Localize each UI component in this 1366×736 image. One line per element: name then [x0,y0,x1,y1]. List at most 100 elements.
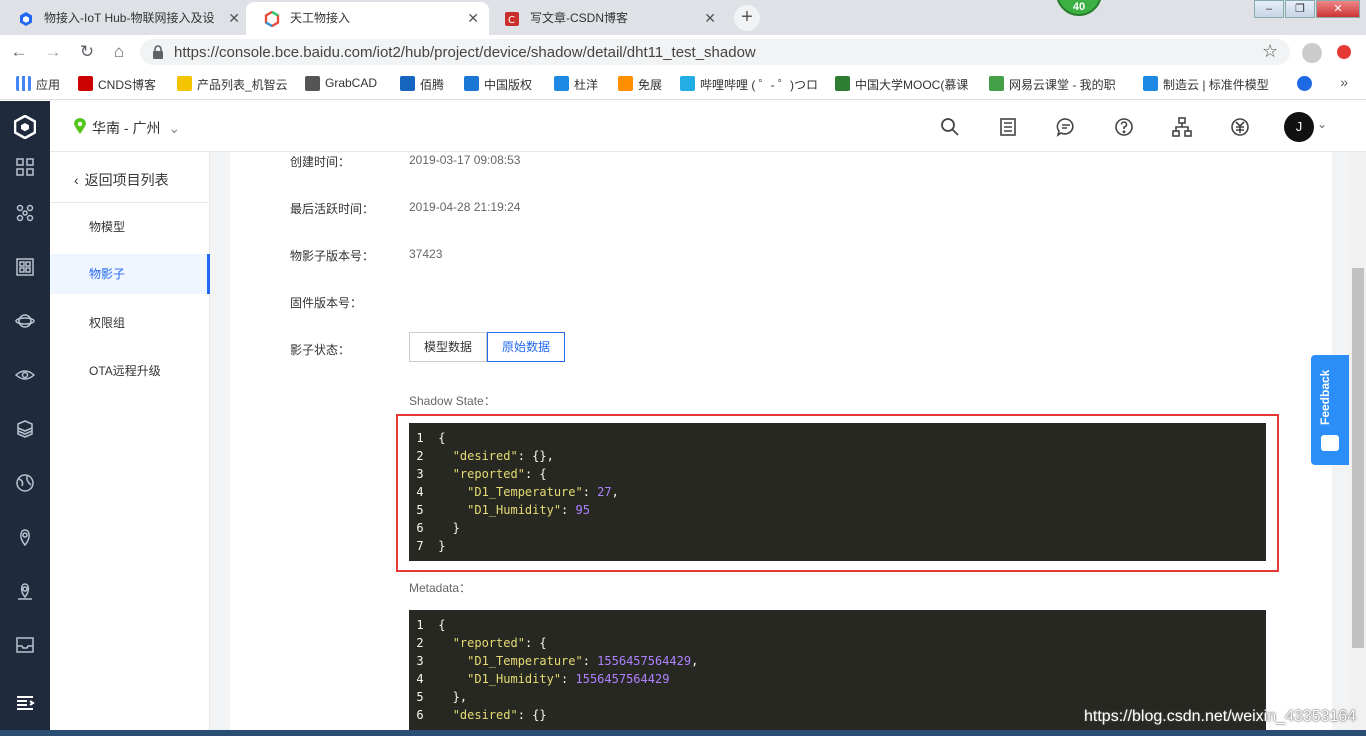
code-text: } [431,521,460,535]
line-number: 4 [416,485,424,499]
eye-icon[interactable] [14,365,36,385]
feedback-button[interactable]: Feedback [1311,355,1349,465]
model-data-button[interactable]: 模型数据 [409,332,488,362]
line-number: 2 [416,636,424,650]
bookmark-duyang[interactable]: 杜洋 [554,76,598,93]
maximize-icon[interactable]: ❐ [1285,0,1315,18]
page-scrollbar[interactable] [1350,152,1366,736]
browser-tab-iot-hub[interactable]: 物接入-IoT Hub-物联网接入及设 ✕ [0,2,250,35]
bookmark-jizhiyun[interactable]: 产品列表_机智云 [177,76,288,93]
tiangong-favicon-icon [264,11,280,27]
browser-tab-tiangong[interactable]: 天工物接入 ✕ [246,2,489,35]
back-arrow-icon[interactable]: ← [8,41,30,63]
extension-icon[interactable] [1337,45,1351,59]
baidu-cloud-logo-icon[interactable] [14,115,36,139]
search-icon[interactable] [940,117,960,137]
dashboard-grid-icon[interactable] [15,157,35,177]
address-bar[interactable]: https://console.bce.baidu.com/iot2/hub/p… [140,39,1290,65]
bookmarks-bar: 应用 CNDS博客 产品列表_机智云 GrabCAD 佰腾 中国版权 杜洋 免展… [0,69,1366,100]
line-number: 3 [416,467,424,481]
map-marker-icon[interactable] [15,581,35,601]
line-number: 6 [416,521,424,535]
user-avatar[interactable]: J [1284,112,1314,142]
code-text: { [431,431,446,445]
baidu-paw-icon [1297,76,1312,91]
subnav-item-shadow[interactable]: 物影子 [50,254,210,294]
window-close-icon[interactable]: ✕ [1316,0,1360,18]
code-line: 3 "D1_Temperature": 1556457564429, [409,652,1266,670]
minimize-icon[interactable]: – [1254,0,1284,18]
json-key: "desired" [452,708,518,722]
profile-extension-icon[interactable] [1302,43,1322,63]
code-text: } [431,539,446,553]
shadow-state-title: Shadow State： [409,394,496,408]
document-icon[interactable] [998,117,1018,137]
new-tab-button[interactable]: + [734,5,760,31]
modules-icon[interactable] [15,257,35,277]
subnav-item-permission-group[interactable]: 权限组 [50,303,210,343]
billing-icon[interactable] [1230,117,1250,137]
grabcad-icon [305,76,320,91]
help-icon[interactable] [1114,117,1134,137]
feedback-face-icon [1321,435,1339,451]
location-pin-icon[interactable] [15,527,35,547]
chevron-down-icon[interactable]: ⌄ [1317,117,1327,131]
bookmark-apps[interactable]: 应用 [16,76,60,93]
csdn-icon [78,76,93,91]
bookmark-baiteng[interactable]: 佰腾 [400,76,444,93]
close-tab-icon[interactable]: ✕ [704,2,716,35]
lock-icon [153,45,163,59]
close-tab-icon[interactable]: ✕ [228,2,240,35]
bookmark-163-study[interactable]: 网易云课堂 - 我的职 [989,76,1129,93]
globe-plane-icon[interactable] [15,311,35,331]
code-line: 1 { [409,616,1266,634]
subnav-item-thing-model[interactable]: 物模型 [50,207,210,247]
bookmarks-overflow-icon[interactable]: » [1340,74,1348,90]
browser-tab-csdn[interactable]: C 写文章-CSDN博客 ✕ [486,2,726,35]
org-tree-icon[interactable] [1172,117,1192,137]
bookmark-mianzhan[interactable]: 免展 [618,76,662,93]
network-nodes-icon[interactable] [15,203,35,223]
bookmark-star-icon[interactable]: ☆ [1262,41,1278,62]
reload-icon[interactable]: ↻ [76,41,98,63]
close-tab-icon[interactable]: ✕ [467,2,479,35]
code-text: }, [431,690,468,704]
shadow-view-toggle: 模型数据 原始数据 [409,332,566,362]
database-icon[interactable] [15,419,35,439]
code-line: 4 "D1_Temperature": 27, [409,483,1266,501]
back-to-project-list-link[interactable]: ‹ 返回项目列表 [74,170,169,190]
scrollbar-thumb[interactable] [1352,268,1364,648]
subnav-item-ota[interactable]: OTA远程升级 [50,351,210,391]
globe-icon[interactable] [15,473,35,493]
url-text: https://console.bce.baidu.com/iot2/hub/p… [174,44,756,61]
code-line: 4 "D1_Humidity": 1556457564429 [409,670,1266,688]
shadow-state-code-block: 1 {2 "desired": {}, 3 "reported": {4 "D1_… [409,423,1266,561]
home-icon[interactable]: ⌂ [108,41,130,63]
created-time-label: 创建时间： [290,155,351,169]
menu-collapse-icon[interactable] [15,693,35,713]
bookmark-mooc[interactable]: 中国大学MOOC(慕课 [835,76,975,93]
bookmark-copyright[interactable]: 中国版权 [464,76,532,93]
zhizaoyun-icon [1143,76,1158,91]
json-key: "desired" [452,449,518,463]
code-line: 2 "desired": {}, [409,447,1266,465]
region-selector[interactable]: 华南 - 广州 ⌄ [74,118,180,138]
feedback-label: Feedback [1318,369,1332,425]
forward-arrow-icon[interactable]: → [42,41,64,63]
duyang-icon [554,76,569,91]
json-key: "reported" [452,467,525,481]
bookmark-cnds[interactable]: CNDS博客 [78,76,156,93]
copyright-icon [464,76,479,91]
console-left-rail [0,101,50,736]
bookmark-grabcad[interactable]: GrabCAD [305,76,377,91]
message-icon[interactable] [1056,117,1076,137]
bookmark-zhizaoyun[interactable]: 制造云 | 标准件模型 [1143,76,1283,93]
inbox-icon[interactable] [15,635,35,655]
bookmark-bilibili[interactable]: 哔哩哔哩 ( ゜- ゜)つロ [680,76,818,93]
window-controls: – ❐ ✕ [1253,0,1360,18]
json-number: 27 [597,485,612,499]
raw-data-button[interactable]: 原始数据 [487,332,566,362]
